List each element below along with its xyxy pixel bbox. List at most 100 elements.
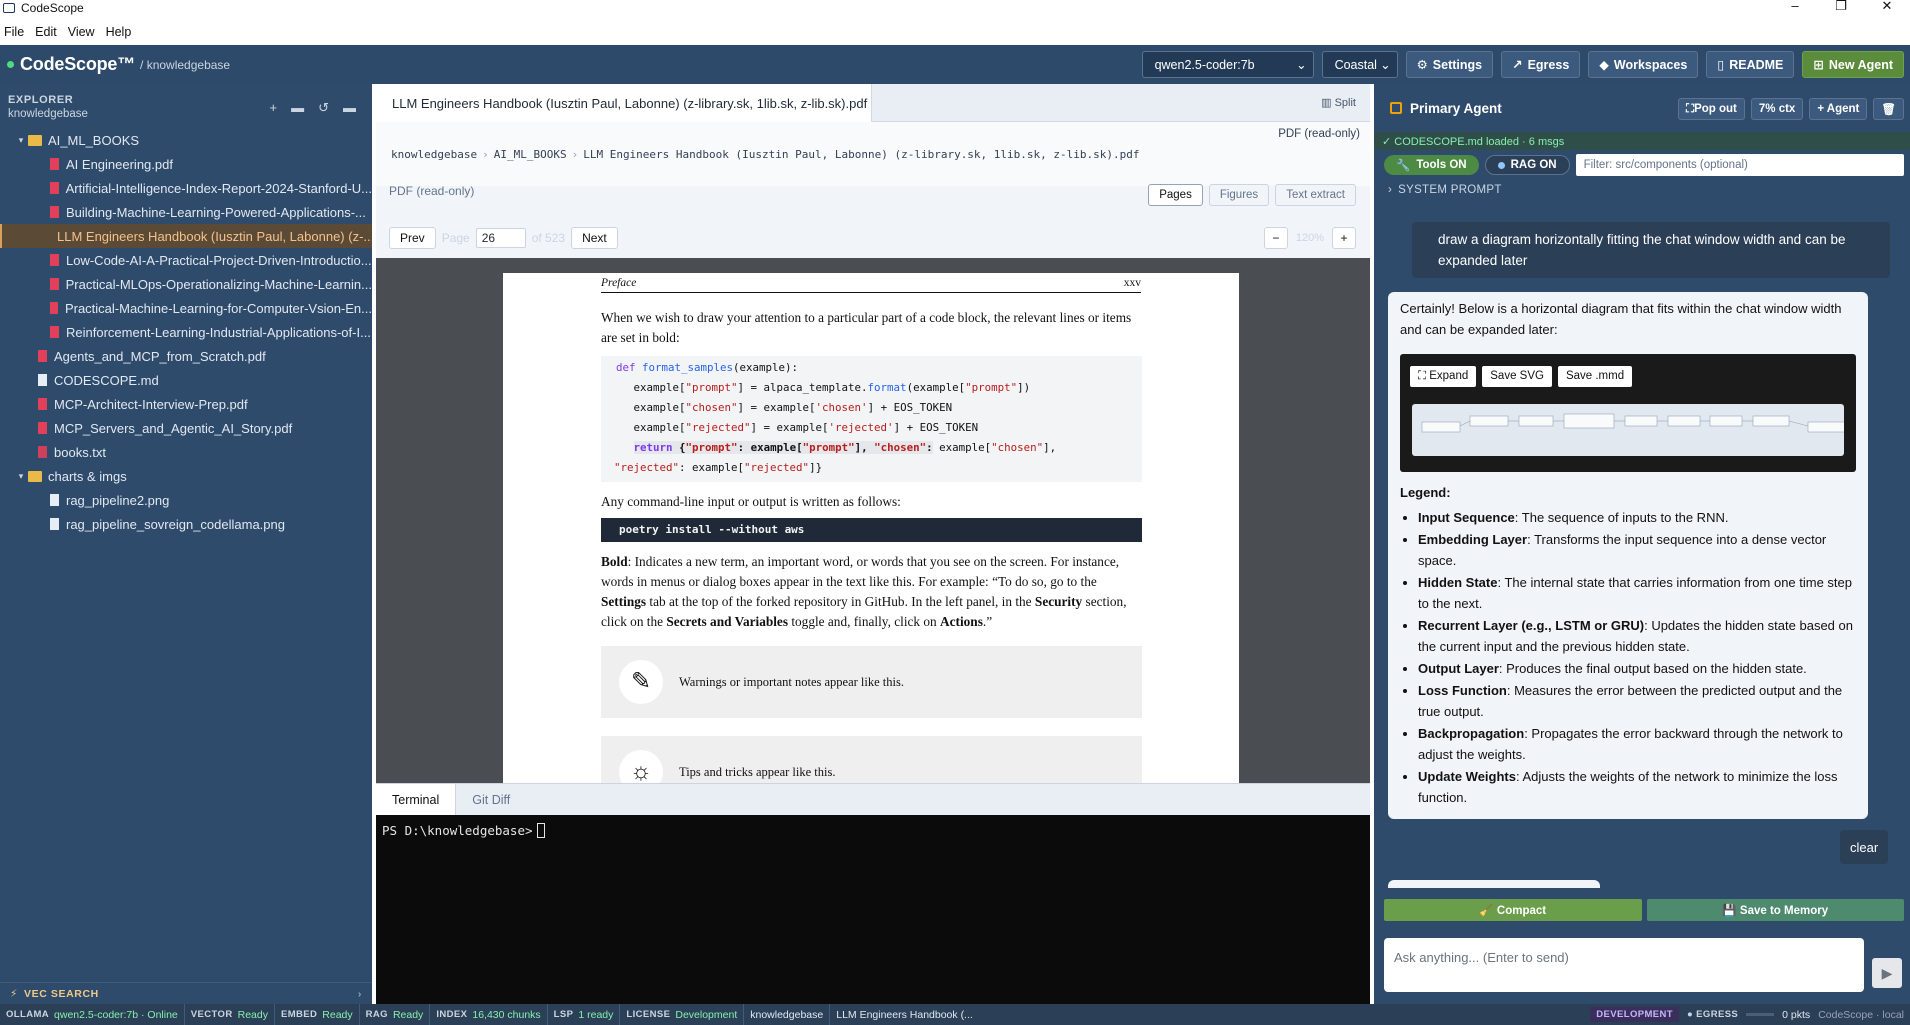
tree-file[interactable]: MCP_Servers_and_Agentic_AI_Story.pdf bbox=[0, 416, 372, 440]
diagram-node bbox=[1421, 421, 1461, 433]
status-rag[interactable]: RAG Ready bbox=[360, 1004, 431, 1025]
tree-file[interactable]: Reinforcement-Learning-Industrial-Applic… bbox=[0, 320, 372, 344]
menu-help[interactable]: Help bbox=[102, 25, 139, 39]
zoom-level: 120% bbox=[1295, 232, 1324, 244]
model-select-value: qwen2.5-coder:7b bbox=[1154, 57, 1255, 72]
save-mmd-button[interactable]: Save .mmd bbox=[1557, 366, 1633, 387]
settings-button[interactable]: ⚙ Settings bbox=[1405, 51, 1494, 78]
tools-toggle[interactable]: 🔧 Tools ON bbox=[1384, 155, 1479, 175]
legend-term: Output Layer bbox=[1418, 661, 1499, 676]
tree-file[interactable]: Agents_and_MCP_from_Scratch.pdf bbox=[0, 344, 372, 368]
new-agent-button[interactable]: ⊞ New Agent bbox=[1802, 51, 1904, 78]
workspaces-button[interactable]: ◆ Workspaces bbox=[1588, 51, 1699, 78]
terminal[interactable]: PS D:\knowledgebase> bbox=[376, 815, 1370, 1004]
status-file: LLM Engineers Handbook (... bbox=[830, 1004, 979, 1025]
tab-figures[interactable]: Figures bbox=[1208, 184, 1270, 206]
path-filter-input[interactable]: Filter: src/components (optional) bbox=[1575, 154, 1904, 176]
file-tree: ▾ AI_ML_BOOKS AI Engineering.pdf Artific… bbox=[0, 128, 372, 536]
agent-header: Primary Agent ⛶ Pop out 7% ctx + Agent 🗑 bbox=[1374, 84, 1910, 132]
open-folder-icon[interactable]: ▬ bbox=[343, 100, 356, 116]
new-file-icon[interactable]: + bbox=[270, 100, 278, 116]
tree-file[interactable]: MCP-Architect-Interview-Prep.pdf bbox=[0, 392, 372, 416]
trash-icon[interactable]: 🗑 bbox=[1873, 98, 1904, 120]
menu-edit[interactable]: Edit bbox=[31, 25, 64, 39]
zoom-in-button[interactable]: + bbox=[1332, 227, 1356, 249]
tab-terminal[interactable]: Terminal bbox=[376, 784, 457, 815]
explorer-sidebar: EXPLORER knowledgebase + ▬ ↺ ▬ ▾ AI_ML_B… bbox=[0, 84, 372, 1004]
close-button[interactable]: ✕ bbox=[1864, 0, 1910, 14]
save-to-memory-button[interactable]: 💾 Save to Memory bbox=[1646, 899, 1904, 921]
pdf-viewer[interactable]: Preface xxv When we wish to draw your at… bbox=[376, 258, 1370, 783]
tab-pages[interactable]: Pages bbox=[1148, 184, 1203, 206]
page-number-input[interactable]: 26 bbox=[475, 228, 526, 248]
tab-text-extract[interactable]: Text extract bbox=[1275, 184, 1356, 206]
tab-git-diff[interactable]: Git Diff bbox=[456, 784, 526, 815]
breadcrumb-item[interactable]: LLM Engineers Handbook (Iusztin Paul, La… bbox=[583, 148, 1139, 161]
assistant-intro: Certainly! Below is a horizontal diagram… bbox=[1400, 301, 1842, 337]
lightning-icon: ⚡ bbox=[10, 987, 18, 1000]
editor-tab-active[interactable]: LLM Engineers Handbook (Iusztin Paul, La… bbox=[376, 84, 872, 122]
save-svg-button[interactable]: Save SVG bbox=[1482, 366, 1552, 387]
legend-title: Legend: bbox=[1400, 485, 1451, 500]
expand-diagram-button[interactable]: ⛶ Expand bbox=[1410, 366, 1477, 387]
breadcrumb: knowledgebase › AI_ML_BOOKS › LLM Engineers … bbox=[391, 148, 1140, 161]
tree-file[interactable]: Building-Machine-Learning-Powered-Applic… bbox=[0, 200, 372, 224]
diagram-container: ⛶ Expand Save SVG Save .mmd bbox=[1400, 354, 1856, 472]
egress-label: Egress bbox=[1527, 57, 1570, 72]
pdf-file-icon bbox=[38, 422, 47, 434]
pop-out-button[interactable]: ⛶ Pop out bbox=[1678, 98, 1745, 120]
rag-toggle[interactable]: RAG ON bbox=[1484, 155, 1570, 175]
diagram-preview[interactable] bbox=[1412, 404, 1847, 456]
text-run: : Indicates a new term, an important wor… bbox=[601, 554, 1120, 589]
status-vector[interactable]: VECTOR Ready bbox=[185, 1004, 275, 1025]
status-embed[interactable]: EMBED Ready bbox=[275, 1004, 360, 1025]
tree-file[interactable]: AI Engineering.pdf bbox=[0, 152, 372, 176]
status-index[interactable]: INDEX 16,430 chunks bbox=[430, 1004, 548, 1025]
refresh-icon[interactable]: ↺ bbox=[318, 100, 329, 116]
menu-file[interactable]: File bbox=[0, 25, 31, 39]
breadcrumb-item[interactable]: AI_ML_BOOKS bbox=[494, 148, 567, 161]
menu-view[interactable]: View bbox=[64, 25, 102, 39]
tree-file[interactable]: CODESCOPE.md bbox=[0, 368, 372, 392]
paragraph: When we wish to draw your attention to a… bbox=[601, 310, 1132, 345]
breadcrumb-item[interactable]: knowledgebase bbox=[391, 148, 477, 161]
context-button[interactable]: 7% ctx bbox=[1750, 98, 1804, 120]
tree-file-selected[interactable]: LLM Engineers Handbook (Iusztin Paul, La… bbox=[0, 224, 372, 248]
tree-item-label: rag_pipeline_sovreign_codellama.png bbox=[66, 516, 285, 532]
zoom-out-button[interactable]: − bbox=[1263, 227, 1288, 249]
legend-desc: : Produces the final output based on the… bbox=[1498, 661, 1807, 676]
tree-file[interactable]: rag_pipeline2.png bbox=[0, 488, 372, 512]
model-select[interactable]: qwen2.5-coder:7b ⌄ bbox=[1141, 51, 1314, 78]
split-button[interactable]: ▥ Split bbox=[1321, 96, 1356, 109]
status-ollama[interactable]: OLLAMA qwen2.5-coder:7b · Online bbox=[0, 1004, 185, 1025]
system-prompt-toggle[interactable]: › SYSTEM PROMPT bbox=[1374, 180, 1910, 200]
send-icon[interactable]: ▶ bbox=[1872, 958, 1902, 988]
readme-button[interactable]: ▯ README bbox=[1706, 51, 1795, 78]
tree-file[interactable]: Artificial-Intelligence-Index-Report-202… bbox=[0, 176, 372, 200]
tree-folder-ai-ml-books[interactable]: ▾ AI_ML_BOOKS bbox=[0, 128, 372, 152]
next-page-button[interactable]: Next bbox=[571, 227, 618, 249]
tree-file[interactable]: Practical-MLOps-Operationalizing-Machine… bbox=[0, 272, 372, 296]
status-lsp[interactable]: LSP 1 ready bbox=[548, 1004, 621, 1025]
prev-page-button[interactable]: Prev bbox=[389, 227, 436, 249]
status-license[interactable]: LICENSE Development bbox=[620, 1004, 745, 1025]
tree-file[interactable]: Practical-Machine-Learning-for-Computer-… bbox=[0, 296, 372, 320]
add-agent-button[interactable]: + Agent bbox=[1809, 98, 1868, 120]
chat-input[interactable]: Ask anything... (Enter to send) bbox=[1384, 938, 1864, 992]
theme-select[interactable]: Coastal ⌄ bbox=[1321, 51, 1398, 78]
compact-button[interactable]: 🧹 Compact bbox=[1384, 899, 1642, 921]
tree-file[interactable]: books.txt bbox=[0, 440, 372, 464]
new-folder-icon[interactable]: ▬ bbox=[291, 100, 304, 116]
egress-button[interactable]: ↗ Egress bbox=[1501, 51, 1581, 78]
page-body: When we wish to draw your attention to a… bbox=[601, 308, 1142, 783]
rag-label: RAG ON bbox=[1510, 159, 1557, 171]
tree-file[interactable]: rag_pipeline_sovreign_codellama.png bbox=[0, 512, 372, 536]
vec-search-panel[interactable]: ⚡ VEC SEARCH › bbox=[0, 982, 372, 1004]
maximize-button[interactable]: ❐ bbox=[1818, 0, 1864, 14]
terminal-cursor bbox=[536, 823, 545, 838]
chevron-right-icon: › bbox=[357, 987, 362, 1000]
minimize-button[interactable]: – bbox=[1772, 0, 1818, 14]
tree-folder-charts[interactable]: ▾ charts & imgs bbox=[0, 464, 372, 488]
window-controls: – ❐ ✕ bbox=[1772, 0, 1910, 14]
tree-file[interactable]: Low-Code-AI-A-Practical-Project-Driven-I… bbox=[0, 248, 372, 272]
